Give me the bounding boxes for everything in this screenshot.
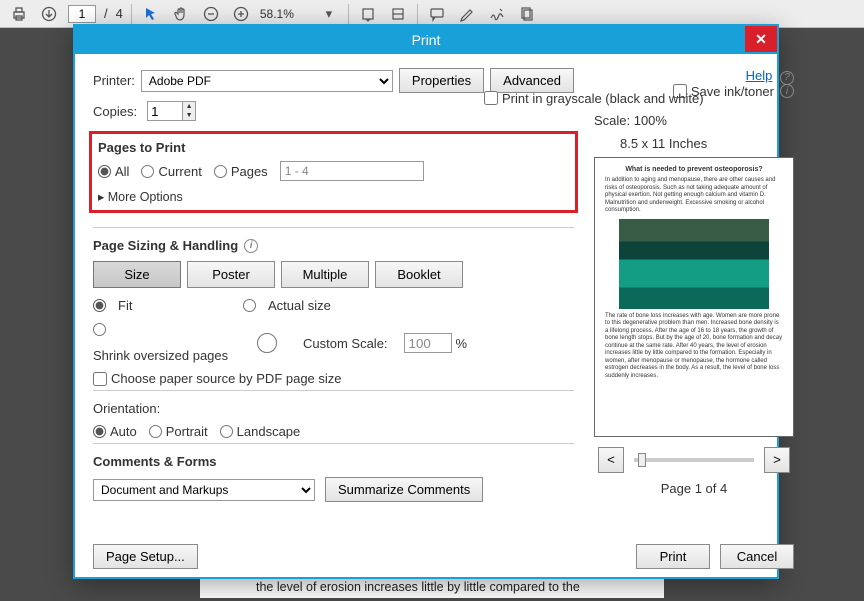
fit-page-icon[interactable]: [387, 3, 409, 25]
comment-icon[interactable]: [426, 3, 448, 25]
copies-input[interactable]: [147, 101, 183, 121]
help-info-icon[interactable]: ?: [780, 71, 794, 85]
info-icon[interactable]: i: [780, 84, 794, 98]
custom-scale-input[interactable]: [404, 333, 452, 353]
copies-label: Copies:: [93, 104, 137, 119]
divider: [131, 4, 132, 24]
background-document-text: the level of erosion increases little by…: [200, 576, 664, 598]
comments-forms-header: Comments & Forms: [93, 454, 574, 469]
hand-icon[interactable]: [170, 3, 192, 25]
sign-icon[interactable]: [486, 3, 508, 25]
radio-shrink[interactable]: Shrink oversized pages: [93, 323, 243, 363]
attach-icon[interactable]: [516, 3, 538, 25]
radio-custom-scale[interactable]: Custom Scale:: [243, 333, 388, 353]
zoom-value[interactable]: 58.1%: [260, 7, 310, 21]
copies-spinner[interactable]: ▲ ▼: [147, 101, 196, 121]
next-page-button[interactable]: >: [764, 447, 790, 473]
printer-row: Printer: Adobe PDF Properties Advanced: [93, 68, 574, 93]
preview-para2: The rate of bone loss increases with age…: [605, 313, 783, 381]
dialog-titlebar: Print ✕: [75, 26, 777, 54]
radio-orient-portrait[interactable]: Portrait: [149, 424, 208, 439]
comments-forms-section: Comments & Forms Document and Markups Su…: [93, 443, 574, 510]
pages-to-print-section: Pages to Print All Current Pages ▸ More …: [89, 131, 578, 213]
poster-button[interactable]: Poster: [187, 261, 275, 288]
print-button[interactable]: Print: [636, 544, 710, 569]
radio-pages[interactable]: Pages: [214, 164, 268, 179]
scale-label: Scale: 100%: [594, 113, 794, 128]
printer-label: Printer:: [93, 73, 135, 88]
fit-width-icon[interactable]: [357, 3, 379, 25]
pct-label: %: [456, 336, 468, 351]
page-preview: What is needed to prevent osteoporosis? …: [594, 157, 794, 437]
sizing-section: Page Sizing & Handling i Size Poster Mul…: [93, 227, 574, 386]
close-button[interactable]: ✕: [745, 26, 777, 52]
info-icon[interactable]: i: [244, 239, 258, 253]
zoom-out-icon[interactable]: [200, 3, 222, 25]
pages-to-print-header: Pages to Print: [98, 140, 569, 155]
comments-forms-select[interactable]: Document and Markups: [93, 479, 315, 501]
copies-down[interactable]: ▼: [183, 111, 195, 120]
highlight-icon[interactable]: [456, 3, 478, 25]
zoom-in-icon[interactable]: [230, 3, 252, 25]
radio-orient-landscape[interactable]: Landscape: [220, 424, 301, 439]
pages-range-input[interactable]: [280, 161, 424, 181]
divider: [348, 4, 349, 24]
page-total: 4: [116, 6, 123, 21]
close-icon: ✕: [755, 31, 767, 48]
prev-page-button[interactable]: <: [598, 447, 624, 473]
page-number-input[interactable]: [68, 5, 96, 23]
download-icon[interactable]: [38, 3, 60, 25]
radio-orient-auto[interactable]: Auto: [93, 424, 137, 439]
grayscale-checkbox[interactable]: Print in grayscale (black and white): [484, 91, 704, 106]
dialog-title: Print: [412, 32, 441, 48]
divider: [417, 4, 418, 24]
choose-paper-checkbox[interactable]: Choose paper source by PDF page size: [93, 371, 574, 386]
properties-button[interactable]: Properties: [399, 68, 484, 93]
page-sep: /: [104, 6, 108, 21]
radio-current[interactable]: Current: [141, 164, 201, 179]
preview-title: What is needed to prevent osteoporosis?: [625, 166, 762, 175]
print-icon[interactable]: [8, 3, 30, 25]
radio-actual[interactable]: Actual size: [243, 298, 574, 313]
slider-thumb[interactable]: [638, 453, 646, 467]
help-link[interactable]: Help: [746, 68, 773, 83]
page-setup-button[interactable]: Page Setup...: [93, 544, 198, 569]
copies-up[interactable]: ▲: [183, 102, 195, 111]
print-dialog: Print ✕ Printer: Adobe PDF Properties Ad…: [73, 24, 779, 579]
paper-size-label: 8.5 x 11 Inches: [620, 136, 794, 151]
page-indicator: Page 1 of 4: [594, 481, 794, 496]
orientation-section: Orientation: Auto Portrait Landscape: [93, 390, 574, 439]
orientation-label: Orientation:: [93, 401, 574, 416]
chevron-down-icon[interactable]: ▾: [318, 3, 340, 25]
more-options-toggle[interactable]: ▸ More Options: [98, 189, 569, 204]
advanced-button[interactable]: Advanced: [490, 68, 574, 93]
size-button[interactable]: Size: [93, 261, 181, 288]
sizing-header: Page Sizing & Handling i: [93, 238, 574, 253]
multiple-button[interactable]: Multiple: [281, 261, 369, 288]
booklet-button[interactable]: Booklet: [375, 261, 463, 288]
summarize-comments-button[interactable]: Summarize Comments: [325, 477, 483, 502]
preview-para1: In addition to aging and menopause, ther…: [605, 177, 783, 215]
radio-fit[interactable]: Fit: [93, 298, 243, 313]
radio-all[interactable]: All: [98, 164, 129, 179]
printer-select[interactable]: Adobe PDF: [141, 70, 393, 92]
preview-image: [619, 219, 769, 309]
pointer-icon[interactable]: [140, 3, 162, 25]
cancel-button[interactable]: Cancel: [720, 544, 794, 569]
preview-slider[interactable]: [634, 458, 754, 462]
